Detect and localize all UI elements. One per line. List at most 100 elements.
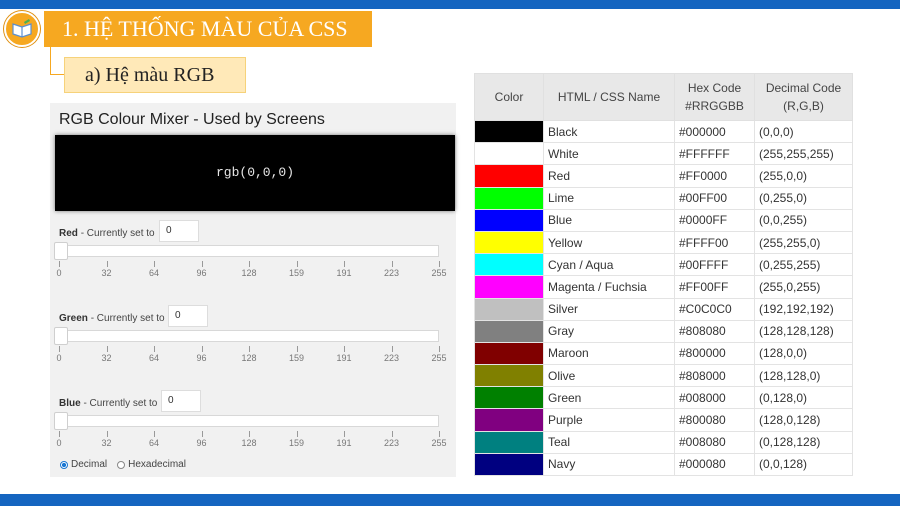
slider-tick-label: 128 (241, 353, 257, 363)
color-swatch (474, 430, 544, 454)
title-connector (50, 47, 64, 75)
hex-code-cell: #808080 (674, 319, 755, 343)
color-swatch (474, 364, 544, 388)
slider-tick-label: 96 (196, 438, 207, 448)
red-slider-thumb[interactable] (54, 242, 68, 260)
slider-tick (439, 431, 440, 437)
format-radio-group: Decimal Hexadecimal (60, 459, 196, 470)
green-slider-thumb[interactable] (54, 327, 68, 345)
slider-tick-label: 0 (56, 268, 62, 278)
blue-slider-track[interactable] (59, 415, 439, 427)
table-row: Lime #00FF00 (0,255,0) (474, 186, 853, 210)
slider-tick (59, 431, 60, 437)
slider-tick (201, 346, 203, 352)
hex-code-cell: #000080 (674, 452, 755, 477)
table-row: Teal #008080 (0,128,128) (474, 430, 853, 454)
slider-tick-label: 255 (431, 268, 447, 278)
table-row: Green #008000 (0,128,0) (474, 386, 853, 410)
hex-code-cell: #008080 (674, 430, 755, 454)
color-swatch (474, 230, 544, 255)
color-swatch (474, 319, 544, 343)
slider-tick (59, 261, 60, 267)
color-name-cell: Purple (543, 408, 675, 432)
color-name-cell: Gray (543, 319, 675, 343)
slider-tick-label: 191 (336, 353, 352, 363)
radio-hexadecimal-button[interactable] (117, 460, 126, 469)
color-swatch (474, 386, 544, 410)
color-name-cell: Red (543, 164, 675, 188)
color-name-cell: Green (543, 386, 675, 410)
color-swatch (474, 275, 544, 299)
table-row: Silver #C0C0C0 (192,192,192) (474, 297, 853, 321)
radio-decimal-button[interactable] (60, 460, 68, 469)
slider-tick-label: 0 (56, 438, 62, 448)
color-name-cell: Blue (543, 208, 675, 232)
decimal-code-cell: (0,255,0) (754, 186, 853, 210)
green-value-input[interactable]: 0 (168, 305, 208, 327)
decimal-code-cell: (0,128,0) (754, 386, 853, 410)
slider-tick (154, 261, 155, 267)
slider-tick (344, 346, 345, 352)
blue-slider-label: Blue - Currently set to (59, 398, 158, 409)
table-row: Red #FF0000 (255,0,0) (474, 164, 853, 188)
color-swatch (474, 119, 544, 144)
decimal-code-cell: (0,128,128) (754, 430, 853, 454)
table-header-row: Color HTML / CSS Name Hex Code #RRGGBB De… (474, 73, 853, 121)
table-row: Blue #0000FF (0,0,255) (474, 208, 853, 232)
color-swatch (474, 142, 544, 166)
slider-tick (439, 346, 440, 352)
green-slider-track[interactable] (59, 330, 439, 342)
color-swatch (474, 253, 544, 277)
color-swatch (474, 452, 544, 477)
blue-slider-block: Blue - Currently set to 0 0 32 64 96 128 159 1… (50, 390, 456, 450)
slider-tick-label: 64 (148, 268, 159, 278)
hex-code-cell: #00FF00 (674, 186, 755, 210)
slider-tick-label: 0 (56, 353, 62, 363)
decimal-code-cell: (0,0,255) (754, 208, 853, 232)
slider-tick-label: 128 (241, 268, 257, 278)
decimal-code-cell: (255,255,255) (754, 142, 853, 166)
red-slider-block: Red - Currently set to 0 0 32 64 96 128 159 19… (50, 220, 456, 280)
hex-code-cell: #808000 (674, 364, 755, 388)
slider-tick-label: 223 (383, 353, 400, 363)
slider-tick (201, 261, 203, 267)
hex-code-cell: #00FFFF (674, 253, 755, 277)
slider-tick (391, 431, 393, 437)
hex-code-cell: #008000 (674, 386, 755, 410)
green-slider-label: Green - Currently set to (59, 313, 165, 324)
decimal-code-cell: (0,0,0) (754, 119, 853, 144)
slider-tick-label: 191 (336, 268, 352, 278)
table-row: Magenta / Fuchsia #FF00FF (255,0,255) (474, 275, 853, 299)
red-value-input[interactable]: 0 (159, 220, 199, 242)
table-row: Gray #808080 (128,128,128) (474, 319, 853, 343)
decimal-code-cell: (128,0,128) (754, 408, 853, 432)
slide-title: 1. HỆ THỐNG MÀU CỦA CSS (44, 11, 372, 47)
red-slider-track[interactable] (59, 245, 439, 257)
decimal-code-cell: (192,192,192) (754, 297, 853, 321)
radio-hexadecimal[interactable]: Hexadecimal (117, 459, 186, 470)
slider-tick (391, 346, 393, 352)
color-name-cell: White (543, 142, 675, 166)
color-swatch (474, 164, 544, 188)
decimal-code-cell: (128,0,0) (754, 341, 853, 366)
table-row: Olive #808000 (128,128,0) (474, 364, 853, 388)
blue-slider-thumb[interactable] (54, 412, 68, 430)
mixer-title: RGB Colour Mixer - Used by Screens (59, 111, 325, 128)
bottom-accent-bar (0, 494, 900, 506)
radio-decimal[interactable]: Decimal (60, 459, 107, 470)
color-name-cell: Teal (543, 430, 675, 454)
slider-tick (391, 261, 393, 267)
decimal-code-cell: (128,128,0) (754, 364, 853, 388)
header-name: HTML / CSS Name (543, 73, 675, 121)
color-swatch (474, 186, 544, 210)
slider-tick (106, 261, 108, 267)
color-name-cell: Navy (543, 452, 675, 477)
blue-value-input[interactable]: 0 (161, 390, 201, 412)
slider-tick-label: 223 (383, 268, 400, 278)
table-row: Navy #000080 (0,0,128) (474, 452, 853, 477)
slider-tick-label: 32 (101, 268, 112, 278)
decimal-code-cell: (255,0,255) (754, 275, 853, 299)
table-row: Maroon #800000 (128,0,0) (474, 341, 853, 366)
color-name-cell: Yellow (543, 230, 675, 255)
slider-tick (59, 346, 60, 352)
